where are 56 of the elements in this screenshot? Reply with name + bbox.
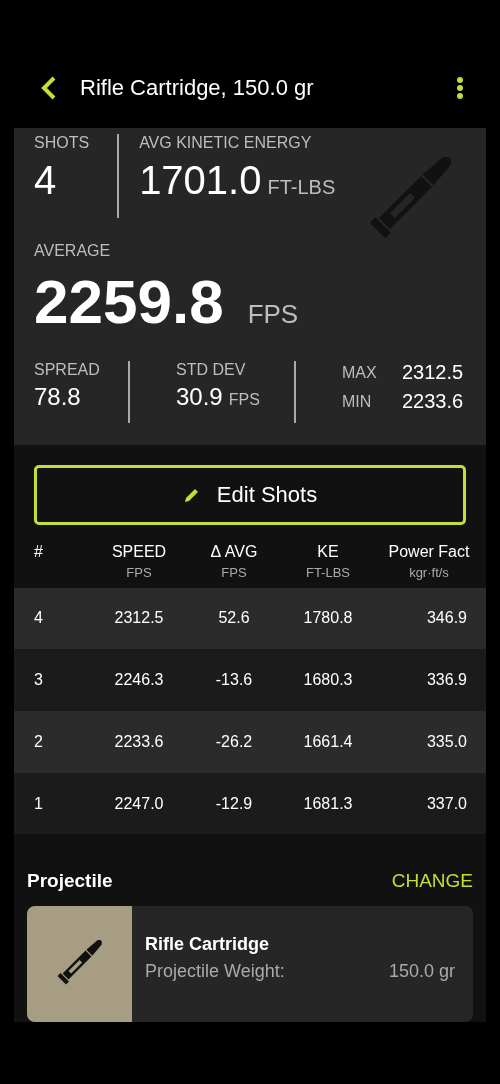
column-unit: FPS bbox=[126, 565, 152, 581]
projectile-card[interactable]: Rifle Cartridge Projectile Weight: 150.0 gr bbox=[27, 906, 473, 1022]
table-cell-text: 1780.8 bbox=[302, 609, 354, 628]
table-cell-text: 2312.5 bbox=[113, 609, 165, 628]
spread-value: 78.8 bbox=[34, 383, 82, 411]
pencil-icon bbox=[182, 486, 201, 505]
column-unit: FT-LBS bbox=[305, 565, 351, 581]
projectile-name: Rifle Cartridge bbox=[145, 934, 271, 956]
column-header: # bbox=[34, 543, 43, 562]
column-header: Δ AVG bbox=[210, 543, 258, 562]
table-cell-text: 2246.3 bbox=[113, 671, 165, 690]
table-cell-text: 4 bbox=[34, 609, 44, 628]
table-cell-text: 335.0 bbox=[425, 732, 468, 751]
table-cell-text: 337.0 bbox=[425, 794, 468, 813]
min-label: MIN bbox=[342, 392, 373, 411]
column-unit: kgr·ft/s bbox=[409, 565, 449, 581]
column-header: KE bbox=[317, 543, 339, 562]
column-header: Power Fact bbox=[388, 543, 470, 562]
energy-label: AVG KINETIC ENERGY bbox=[139, 134, 313, 152]
shots-label: SHOTS bbox=[34, 134, 90, 152]
more-menu-button[interactable] bbox=[456, 76, 464, 100]
column-unit: FPS bbox=[221, 565, 247, 581]
screen-title: Rifle Cartridge, 150.0 gr bbox=[80, 75, 315, 101]
average-label: AVERAGE bbox=[34, 242, 112, 260]
table-cell-text: 1661.4 bbox=[302, 732, 354, 751]
min-value: 2233.6 bbox=[402, 390, 464, 413]
std-dev-value: 30.9 bbox=[176, 383, 223, 410]
std-dev-label: STD DEV bbox=[176, 361, 247, 379]
shots-value: 4 bbox=[34, 157, 58, 204]
weight-value: 150.0 gr bbox=[388, 961, 455, 983]
table-cell-text: 52.6 bbox=[217, 609, 251, 628]
average-value: 2259.8 bbox=[34, 266, 224, 337]
energy-unit: FT-LBS bbox=[267, 176, 336, 199]
table-cell-text: -13.6 bbox=[214, 671, 254, 690]
table-cell-text: 2 bbox=[34, 732, 44, 751]
table-cell-text: 336.9 bbox=[425, 671, 468, 690]
table-cell-text: 1 bbox=[34, 794, 44, 813]
table-cell-text: 1681.3 bbox=[302, 794, 354, 813]
average-unit: FPS bbox=[247, 299, 299, 330]
section-title: Projectile bbox=[27, 870, 113, 893]
weight-label: Projectile Weight: bbox=[145, 961, 285, 983]
table-cell-text: 1680.3 bbox=[302, 671, 354, 690]
table-cell-text: 2233.6 bbox=[113, 732, 165, 751]
change-link[interactable]: CHANGE bbox=[391, 870, 473, 893]
table-cell-text: 3 bbox=[34, 671, 44, 690]
edit-shots-button[interactable]: Edit Shots bbox=[34, 465, 466, 526]
table-cell-text: 2247.0 bbox=[113, 794, 165, 813]
max-label: MAX bbox=[342, 363, 378, 382]
table-cell-text: -26.2 bbox=[214, 732, 254, 751]
column-header: SPEED bbox=[111, 543, 167, 562]
table-cell-text: -12.9 bbox=[214, 794, 254, 813]
std-dev-unit: FPS bbox=[228, 391, 260, 408]
table-cell-text: 346.9 bbox=[425, 609, 468, 628]
spread-label: SPREAD bbox=[34, 361, 101, 379]
energy-value: 1701.0 bbox=[139, 157, 262, 204]
max-value: 2312.5 bbox=[402, 361, 464, 384]
